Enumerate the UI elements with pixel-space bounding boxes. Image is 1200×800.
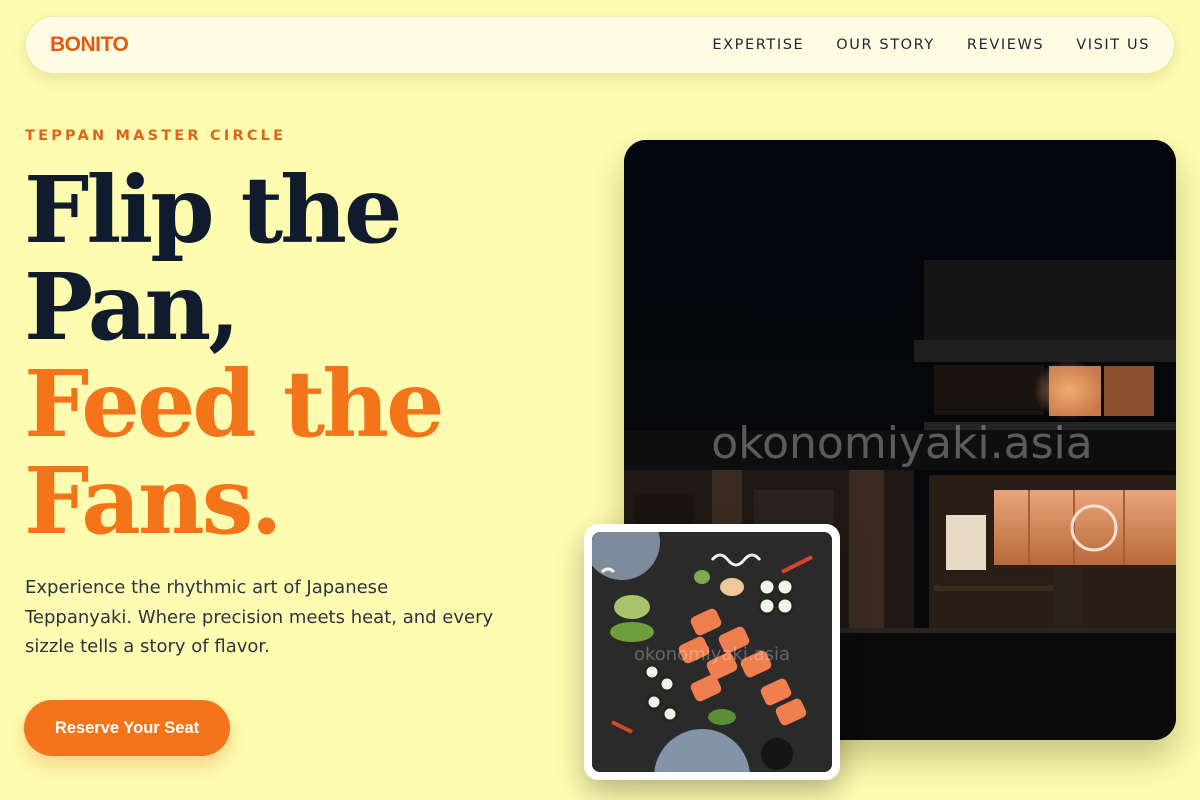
- headline-line-3: Feed the: [24, 350, 445, 458]
- hero-eyebrow: TEPPAN MASTER CIRCLE: [25, 128, 287, 144]
- reserve-seat-button[interactable]: Reserve Your Seat: [24, 700, 230, 756]
- nav-link-expertise[interactable]: EXPERTISE: [712, 37, 804, 53]
- top-navigation-bar: BONITO EXPERTISE OUR STORY REVIEWS VISIT…: [25, 16, 1175, 74]
- sushi-platter-image-card: okonomiyaki.asia: [584, 524, 840, 780]
- main-image-watermark: okonomiyaki.asia: [711, 418, 1092, 469]
- hero-headline: Flip the Pan, Feed the Fans.: [24, 156, 445, 555]
- small-image-watermark: okonomiyaki.asia: [634, 644, 790, 665]
- hero-description: Experience the rhythmic art of Japanese …: [25, 577, 494, 657]
- nav-links: EXPERTISE OUR STORY REVIEWS VISIT US: [712, 37, 1150, 53]
- headline-line-4: Fans.: [24, 447, 283, 555]
- nav-link-our-story[interactable]: OUR STORY: [836, 37, 935, 53]
- nav-link-reviews[interactable]: REVIEWS: [967, 37, 1044, 53]
- brand-logo[interactable]: BONITO: [50, 33, 129, 57]
- headline-line-1: Flip the: [24, 156, 402, 264]
- headline-line-2: Pan,: [24, 253, 240, 361]
- nav-link-visit-us[interactable]: VISIT US: [1076, 37, 1150, 53]
- sushi-platter-image: okonomiyaki.asia: [592, 532, 832, 772]
